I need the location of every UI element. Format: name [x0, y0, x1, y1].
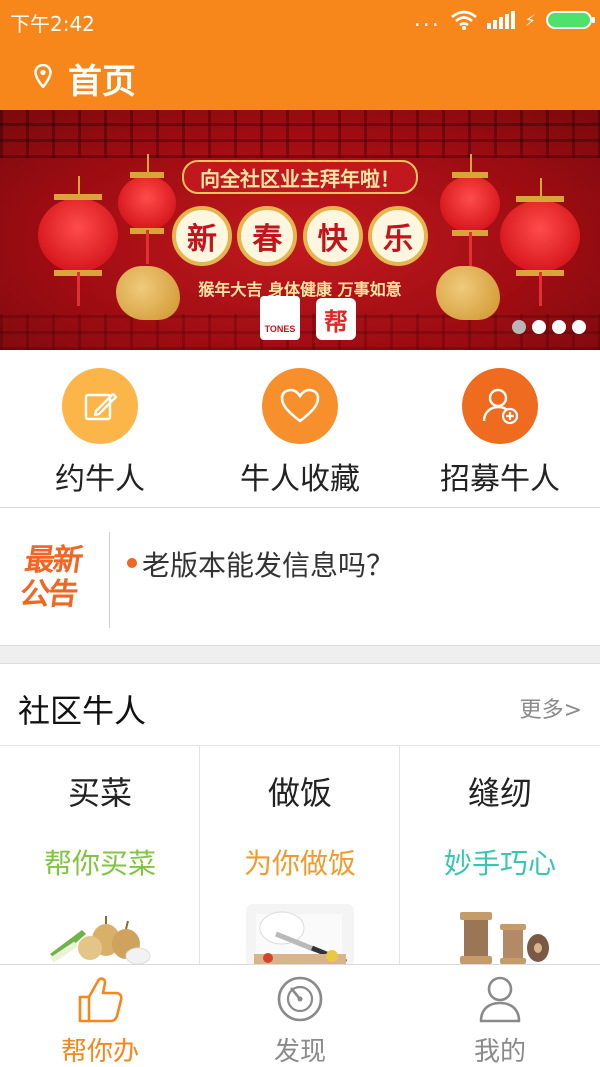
carousel-indicators[interactable] — [512, 320, 586, 334]
thumbs-up-icon — [78, 977, 123, 1023]
banner-pattern-top — [0, 110, 600, 158]
carousel-dot[interactable] — [512, 320, 526, 334]
latest-notice-badge: 最新 公告 — [17, 543, 100, 620]
service-card-groceries[interactable]: 买菜 帮你买菜 — [0, 746, 200, 966]
add-user-icon — [462, 368, 538, 444]
community-section-header: 社区牛人 更多> — [0, 664, 600, 746]
tab-label: 发现 — [273, 1037, 326, 1067]
banner-slogan: 向全社区业主拜年啦！ — [182, 160, 418, 194]
carousel-dot[interactable] — [552, 320, 566, 334]
bullet-dot-icon — [127, 558, 137, 568]
title-bar: 首页 — [0, 40, 600, 110]
status-icons: ... ⚡ — [413, 7, 595, 32]
lantern-icon — [38, 176, 118, 306]
card-title: 买菜 — [67, 774, 132, 812]
lantern-icon — [440, 154, 500, 266]
tones-logo: TONES — [260, 296, 300, 340]
blessing-char: 新 — [172, 206, 232, 266]
charging-icon: ⚡ — [524, 10, 536, 30]
battery-icon — [546, 11, 595, 29]
bang-seal-logo: 帮 — [316, 298, 356, 340]
tab-label: 我的 — [473, 1037, 526, 1067]
announcement-text[interactable]: 老版本能发信息吗？ — [142, 544, 394, 584]
badge-line: 最新 — [22, 543, 84, 578]
badge-line: 公告 — [17, 577, 79, 612]
tab-help[interactable]: 帮你办 — [0, 965, 200, 1067]
service-card-cooking[interactable]: 做饭 为你做饭 — [200, 746, 400, 966]
card-title: 缝纫 — [467, 774, 532, 812]
bottom-tab-bar: 帮你办 发现 我的 — [0, 964, 600, 1067]
card-subtitle: 帮你买菜 — [43, 847, 156, 880]
divider — [109, 532, 110, 628]
shortcut-appoint[interactable]: 约牛人 — [0, 350, 200, 508]
vegetables-image — [46, 904, 154, 966]
shortcut-label: 牛人收藏 — [240, 462, 360, 497]
more-dots-icon: ... — [413, 7, 441, 32]
golden-monkey-left-icon — [116, 266, 180, 320]
sewing-thread-image — [446, 904, 554, 966]
status-time: 下午2:42 — [10, 12, 95, 36]
location-pin-icon[interactable] — [34, 64, 52, 88]
cooking-image — [246, 904, 354, 966]
blessing-char: 乐 — [367, 206, 428, 266]
section-title: 社区牛人 — [18, 692, 147, 730]
shortcut-row: 约牛人 牛人收藏 招募牛人 — [0, 350, 600, 508]
section-spacer — [0, 646, 600, 664]
heart-icon — [262, 368, 338, 444]
card-subtitle: 妙手巧心 — [443, 847, 556, 880]
banner-blessings: 新 春 快 乐 — [172, 206, 428, 286]
lantern-icon — [500, 178, 580, 306]
tab-profile[interactable]: 我的 — [400, 965, 600, 1067]
profile-icon — [479, 976, 521, 1023]
community-cards: 买菜 帮你买菜 做饭 为你做饭 缝纫 妙手巧心 — [0, 746, 600, 966]
lantern-icon — [118, 154, 176, 264]
status-bar: 下午2:42 ... ⚡ — [0, 0, 600, 40]
banner-pattern-bottom — [0, 314, 600, 350]
blessing-char: 快 — [302, 206, 363, 266]
blessing-char: 春 — [237, 206, 298, 266]
app-screen: 下午2:42 ... ⚡ 首页 向全社区业主拜年啦！ 新 春 快 乐 猴年大吉 … — [0, 0, 600, 1067]
wifi-icon — [450, 10, 477, 30]
compass-icon — [277, 976, 323, 1022]
shortcut-label: 招募牛人 — [440, 462, 560, 497]
tab-discover[interactable]: 发现 — [200, 965, 400, 1067]
shortcut-label: 约牛人 — [55, 462, 145, 497]
edit-note-icon — [62, 368, 138, 444]
page-title: 首页 — [68, 62, 136, 102]
service-card-sewing[interactable]: 缝纫 妙手巧心 — [400, 746, 600, 966]
tab-label: 帮你办 — [60, 1037, 139, 1067]
golden-monkey-right-icon — [436, 266, 500, 320]
banner-subline: 猴年大吉 身体健康 万事如意 — [198, 280, 402, 299]
shortcut-recruit[interactable]: 招募牛人 — [400, 350, 600, 508]
card-subtitle: 为你做饭 — [243, 847, 356, 880]
announcement-bar[interactable]: 最新 公告 老版本能发信息吗？ — [0, 508, 600, 646]
card-title: 做饭 — [267, 774, 332, 812]
carousel-dot[interactable] — [572, 320, 586, 334]
carousel-dot[interactable] — [532, 320, 546, 334]
more-link[interactable]: 更多> — [520, 692, 582, 724]
shortcut-favorites[interactable]: 牛人收藏 — [200, 350, 400, 508]
signal-icon — [486, 11, 515, 29]
promo-banner[interactable]: 向全社区业主拜年啦！ 新 春 快 乐 猴年大吉 身体健康 万事如意 TONES … — [0, 110, 600, 350]
